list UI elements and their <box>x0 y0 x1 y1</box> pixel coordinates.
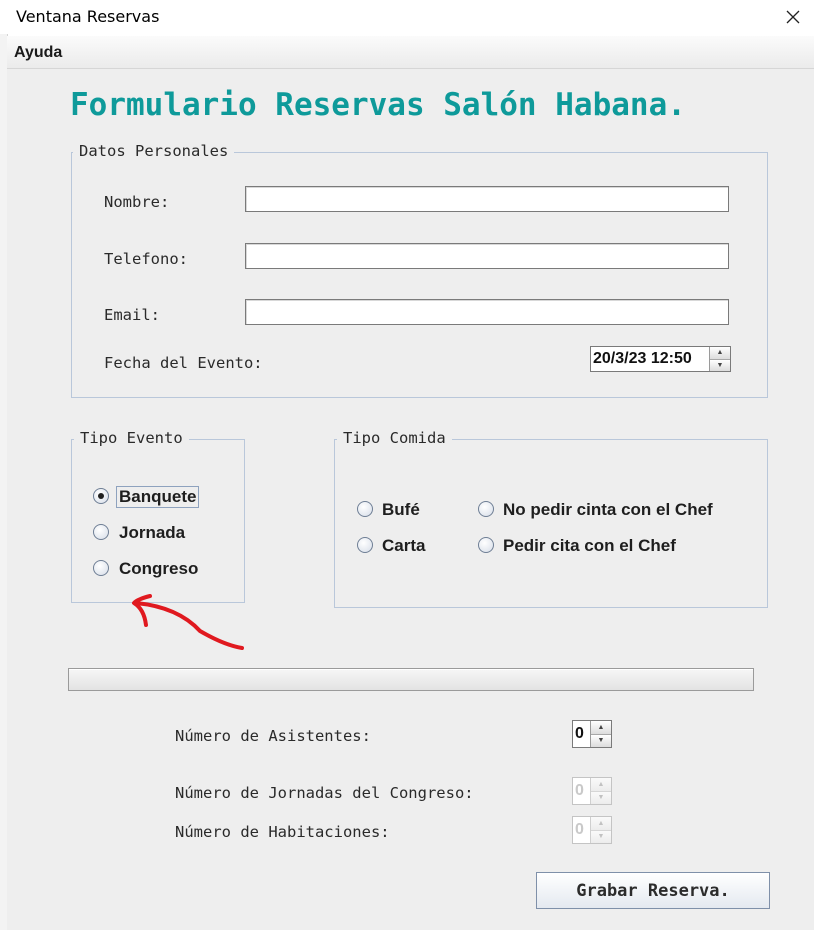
progress-bar <box>68 668 754 691</box>
personal-data-legend: Datos Personales <box>73 142 235 160</box>
asistentes-up-arrow-icon[interactable]: ▲ <box>591 721 611 735</box>
close-button[interactable] <box>772 0 814 34</box>
radio-carta[interactable] <box>357 537 373 553</box>
habitaciones-value: 0 <box>575 821 584 838</box>
fecha-spinner[interactable]: 20/3/23 12:50 ▲ ▼ <box>590 346 731 372</box>
jornadas-label: Número de Jornadas del Congreso: <box>175 784 474 802</box>
asistentes-value[interactable]: 0 <box>573 721 590 747</box>
jornadas-arrows: ▲ ▼ <box>590 778 611 804</box>
menu-ayuda[interactable]: Ayuda <box>14 44 62 62</box>
label-bufe[interactable]: Bufé <box>382 500 420 520</box>
email-label: Email: <box>104 306 160 324</box>
radio-bufe[interactable] <box>357 501 373 517</box>
fecha-down-arrow-icon[interactable]: ▼ <box>710 359 730 371</box>
radio-congreso[interactable] <box>93 560 109 576</box>
close-icon <box>786 10 800 24</box>
annotation-arrow-icon <box>132 594 244 650</box>
label-banquete[interactable]: Banquete <box>116 486 200 508</box>
label-pedir-cita[interactable]: Pedir cita con el Chef <box>503 536 676 556</box>
asistentes-arrows: ▲ ▼ <box>590 721 611 747</box>
habitaciones-up-arrow-icon: ▲ <box>591 817 611 831</box>
window-title: Ventana Reservas <box>16 7 160 26</box>
email-field[interactable] <box>245 299 729 325</box>
telefono-label: Telefono: <box>104 250 188 268</box>
nombre-label: Nombre: <box>104 193 170 211</box>
jornadas-down-arrow-icon: ▼ <box>591 791 611 804</box>
jornadas-value: 0 <box>575 782 584 799</box>
label-jornada[interactable]: Jornada <box>119 523 185 543</box>
food-type-group <box>334 439 768 608</box>
fecha-arrows: ▲ ▼ <box>709 347 730 371</box>
form-title: Formulario Reservas Salón Habana. <box>70 87 686 123</box>
asistentes-down-arrow-icon[interactable]: ▼ <box>591 734 611 747</box>
fecha-label: Fecha del Evento: <box>104 354 263 372</box>
food-type-legend: Tipo Comida <box>337 429 452 447</box>
radio-jornada[interactable] <box>93 524 109 540</box>
fecha-up-arrow-icon[interactable]: ▲ <box>710 347 730 360</box>
habitaciones-spinner: 0 ▲ ▼ <box>572 816 612 844</box>
label-no-pedir-cita[interactable]: No pedir cinta con el Chef <box>503 500 713 520</box>
radio-banquete[interactable] <box>93 488 109 504</box>
title-bar: Ventana Reservas <box>0 0 814 34</box>
radio-pedir-cita[interactable] <box>478 537 494 553</box>
label-congreso[interactable]: Congreso <box>119 559 198 579</box>
event-type-legend: Tipo Evento <box>74 429 189 447</box>
fecha-value[interactable]: 20/3/23 12:50 <box>591 347 709 371</box>
jornadas-up-arrow-icon: ▲ <box>591 778 611 792</box>
grabar-reserva-button[interactable]: Grabar Reserva. <box>536 872 770 909</box>
habitaciones-arrows: ▲ ▼ <box>590 817 611 843</box>
asistentes-spinner[interactable]: 0 ▲ ▼ <box>572 720 612 748</box>
jornadas-spinner: 0 ▲ ▼ <box>572 777 612 805</box>
habitaciones-down-arrow-icon: ▼ <box>591 830 611 843</box>
menu-bar: Ayuda <box>7 36 814 69</box>
label-carta[interactable]: Carta <box>382 536 425 556</box>
radio-no-pedir-cita[interactable] <box>478 501 494 517</box>
habitaciones-label: Número de Habitaciones: <box>175 823 390 841</box>
telefono-field[interactable] <box>245 243 729 269</box>
asistentes-label: Número de Asistentes: <box>175 727 371 745</box>
nombre-field[interactable] <box>245 186 729 212</box>
